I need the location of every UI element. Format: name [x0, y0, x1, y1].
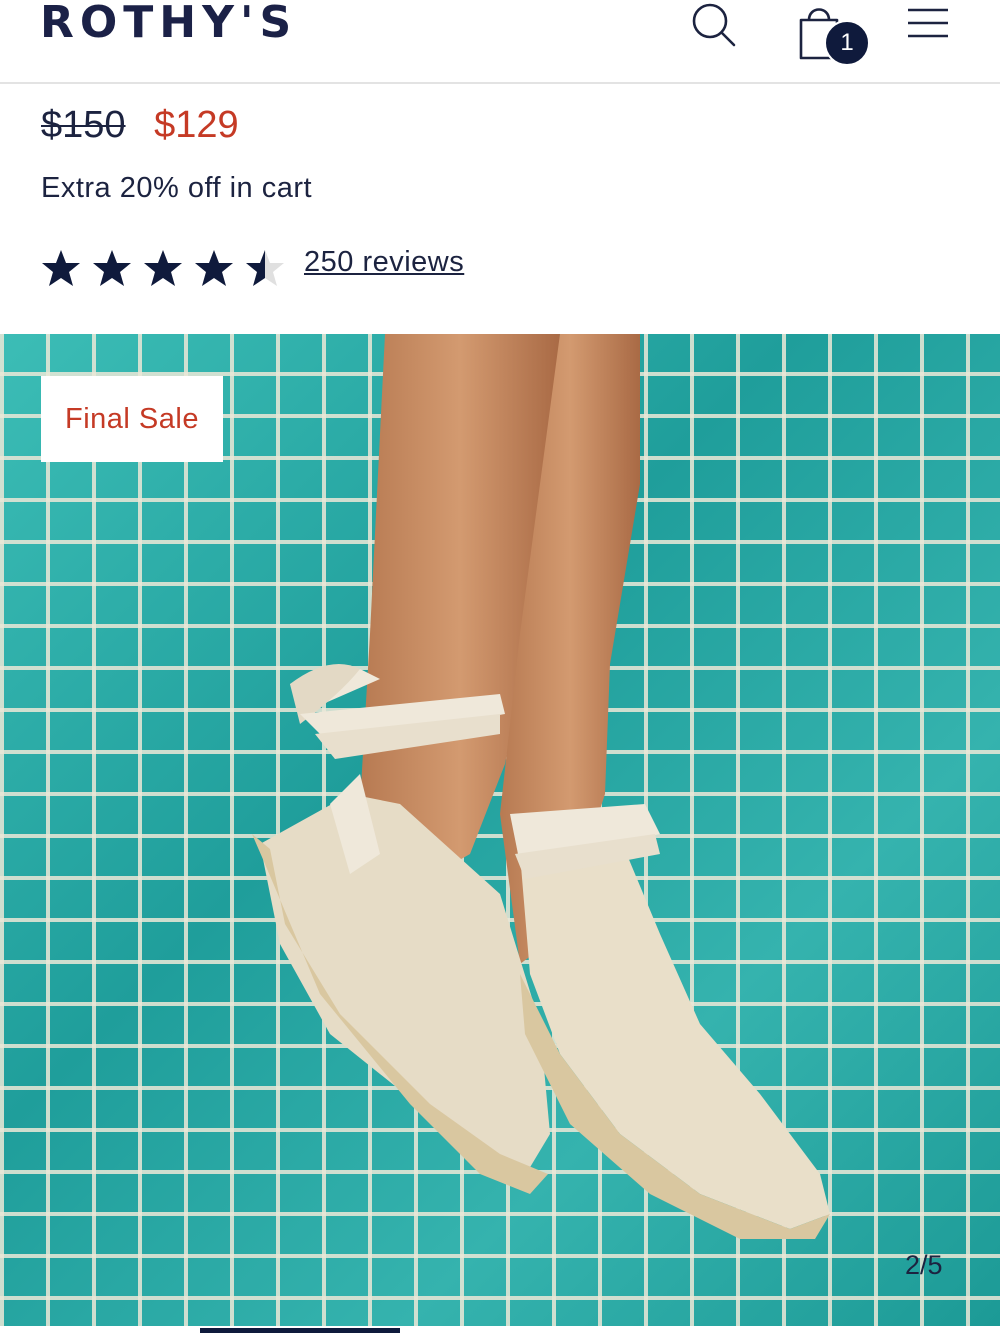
gallery-progress-track — [0, 1326, 1000, 1333]
star-icon — [93, 250, 131, 286]
final-sale-badge: Final Sale — [41, 376, 223, 462]
star-rating[interactable] — [41, 245, 296, 291]
star-icon — [144, 250, 182, 286]
cart-count-badge[interactable]: 1 — [824, 20, 870, 66]
price-row: $150 $129 — [41, 104, 239, 154]
search-icon[interactable] — [688, 0, 738, 50]
reviews-link[interactable]: 250 reviews — [304, 246, 464, 279]
star-icon — [246, 250, 284, 286]
image-counter: 2/5 — [905, 1250, 943, 1280]
site-header: ROTHY'S 1 — [0, 0, 1000, 84]
star-icon — [42, 250, 80, 286]
hamburger-menu-icon[interactable] — [904, 0, 950, 46]
original-price: $150 — [41, 104, 126, 146]
promo-text: Extra 20% off in cart — [41, 172, 313, 204]
gallery-progress-indicator — [200, 1328, 400, 1333]
brand-logo[interactable]: ROTHY'S — [40, 0, 297, 48]
star-icon — [195, 250, 233, 286]
espadrille-photo — [252, 334, 830, 1239]
product-image[interactable] — [0, 334, 1000, 1326]
sale-price: $129 — [154, 104, 239, 146]
